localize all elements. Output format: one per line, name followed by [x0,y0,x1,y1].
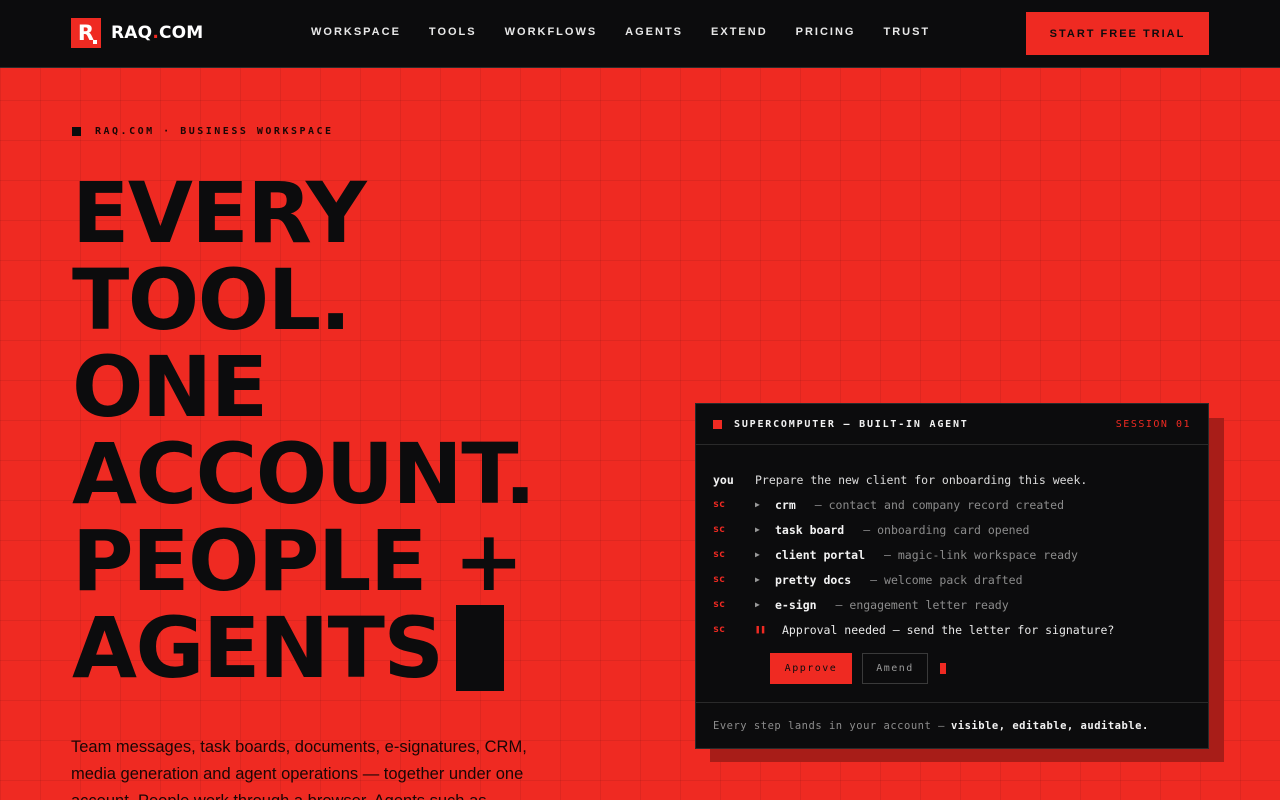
step-status: — magic-link workspace ready [884,547,1078,562]
pause-icon: ❚❚ [755,624,766,635]
agent-session-panel: SUPERCOMPUTER — BUILT-IN AGENT SESSION 0… [695,403,1209,749]
step-tool: task board [775,522,845,537]
logo-mark-icon: R [71,18,101,48]
hero-headline: EVERY TOOL. ONE ACCOUNT. PEOPLE + AGENTS [72,164,536,692]
agent-step-row: sc ▶ crm — contact and company record cr… [713,492,1208,517]
step-tool: client portal [775,547,866,562]
headline-line-last: AGENTS [72,605,535,692]
play-arrow-icon: ▶ [755,575,760,584]
headline-line: TOOL. [72,251,352,349]
speaker-label: sc [713,549,726,560]
step-status: — contact and company record created [814,497,1065,512]
panel-footer: Every step lands in your account — visib… [696,702,1208,748]
amend-button[interactable]: Amend [862,653,928,684]
nav-links: WORKSPACE TOOLS WORKFLOWS AGENTS EXTEND … [311,26,958,38]
speaker-label: sc [713,574,726,585]
play-arrow-icon: ▶ [755,550,760,559]
logo[interactable]: R RAQ.COM [71,18,203,48]
approval-question-row: sc ❚❚ Approval needed — send the letter … [713,617,1208,642]
speaker-label: sc [713,624,726,635]
cursor-block-icon [456,605,505,691]
approval-actions: Approve Amend [713,653,1208,684]
panel-title: SUPERCOMPUTER — BUILT-IN AGENT [734,418,969,430]
step-status: — onboarding card opened [863,522,1030,537]
square-icon [713,419,722,429]
logo-wordmark: RAQ.COM [111,23,204,43]
headline-line: PEOPLE + [72,512,524,610]
text-caret-icon [940,663,946,674]
start-free-trial-button[interactable]: START FREE TRIAL [1026,12,1209,55]
eyebrow-text: RAQ.COM · BUSINESS WORKSPACE [95,126,334,137]
speaker-label: sc [713,499,726,510]
headline-line: ACCOUNT. [72,425,536,523]
eyebrow: RAQ.COM · BUSINESS WORKSPACE [72,126,334,137]
step-tool: e-sign [775,597,817,612]
approve-button[interactable]: Approve [770,653,852,684]
approval-question: Approval needed — send the letter for si… [782,622,1115,637]
hero-subcopy: Team messages, task boards, documents, e… [71,738,527,800]
nav-link-trust[interactable]: TRUST [883,26,930,38]
session-label: SESSION 01 [1115,418,1191,430]
top-nav: R RAQ.COM WORKSPACE TOOLS WORKFLOWS AGEN… [0,0,1280,68]
nav-link-workflows[interactable]: WORKFLOWS [505,26,598,38]
nav-link-tools[interactable]: TOOLS [429,26,477,38]
speaker-label: you [713,472,734,487]
agent-step-row: sc ▶ client portal — magic-link workspac… [713,542,1208,567]
headline-line: ONE [72,338,268,436]
footer-emphasis: visible, editable, auditable. [950,719,1149,732]
nav-link-pricing[interactable]: PRICING [796,26,856,38]
play-arrow-icon: ▶ [755,525,760,534]
step-tool: crm [775,497,796,512]
speaker-label: sc [713,524,726,535]
user-message-row: you Prepare the new client for onboardin… [713,467,1208,492]
nav-link-extend[interactable]: EXTEND [711,26,768,38]
footer-text: Every step lands in your account — [713,719,945,732]
conversation-log: you Prepare the new client for onboardin… [696,445,1208,684]
agent-step-row: sc ▶ pretty docs — welcome pack drafted [713,567,1208,592]
headline-line: EVERY [72,164,367,262]
step-status: — engagement letter ready [835,597,1009,612]
agent-step-row: sc ▶ e-sign — engagement letter ready [713,592,1208,617]
nav-link-workspace[interactable]: WORKSPACE [311,26,401,38]
nav-link-agents[interactable]: AGENTS [625,26,683,38]
play-arrow-icon: ▶ [755,600,760,609]
square-icon [72,127,81,136]
agent-step-row: sc ▶ task board — onboarding card opened [713,517,1208,542]
step-tool: pretty docs [775,572,852,587]
headline-line: AGENTS [72,599,444,697]
play-arrow-icon: ▶ [755,500,760,509]
speaker-label: sc [713,599,726,610]
user-message: Prepare the new client for onboarding th… [755,472,1088,487]
step-status: — welcome pack drafted [870,572,1023,587]
panel-header: SUPERCOMPUTER — BUILT-IN AGENT SESSION 0… [696,404,1208,445]
